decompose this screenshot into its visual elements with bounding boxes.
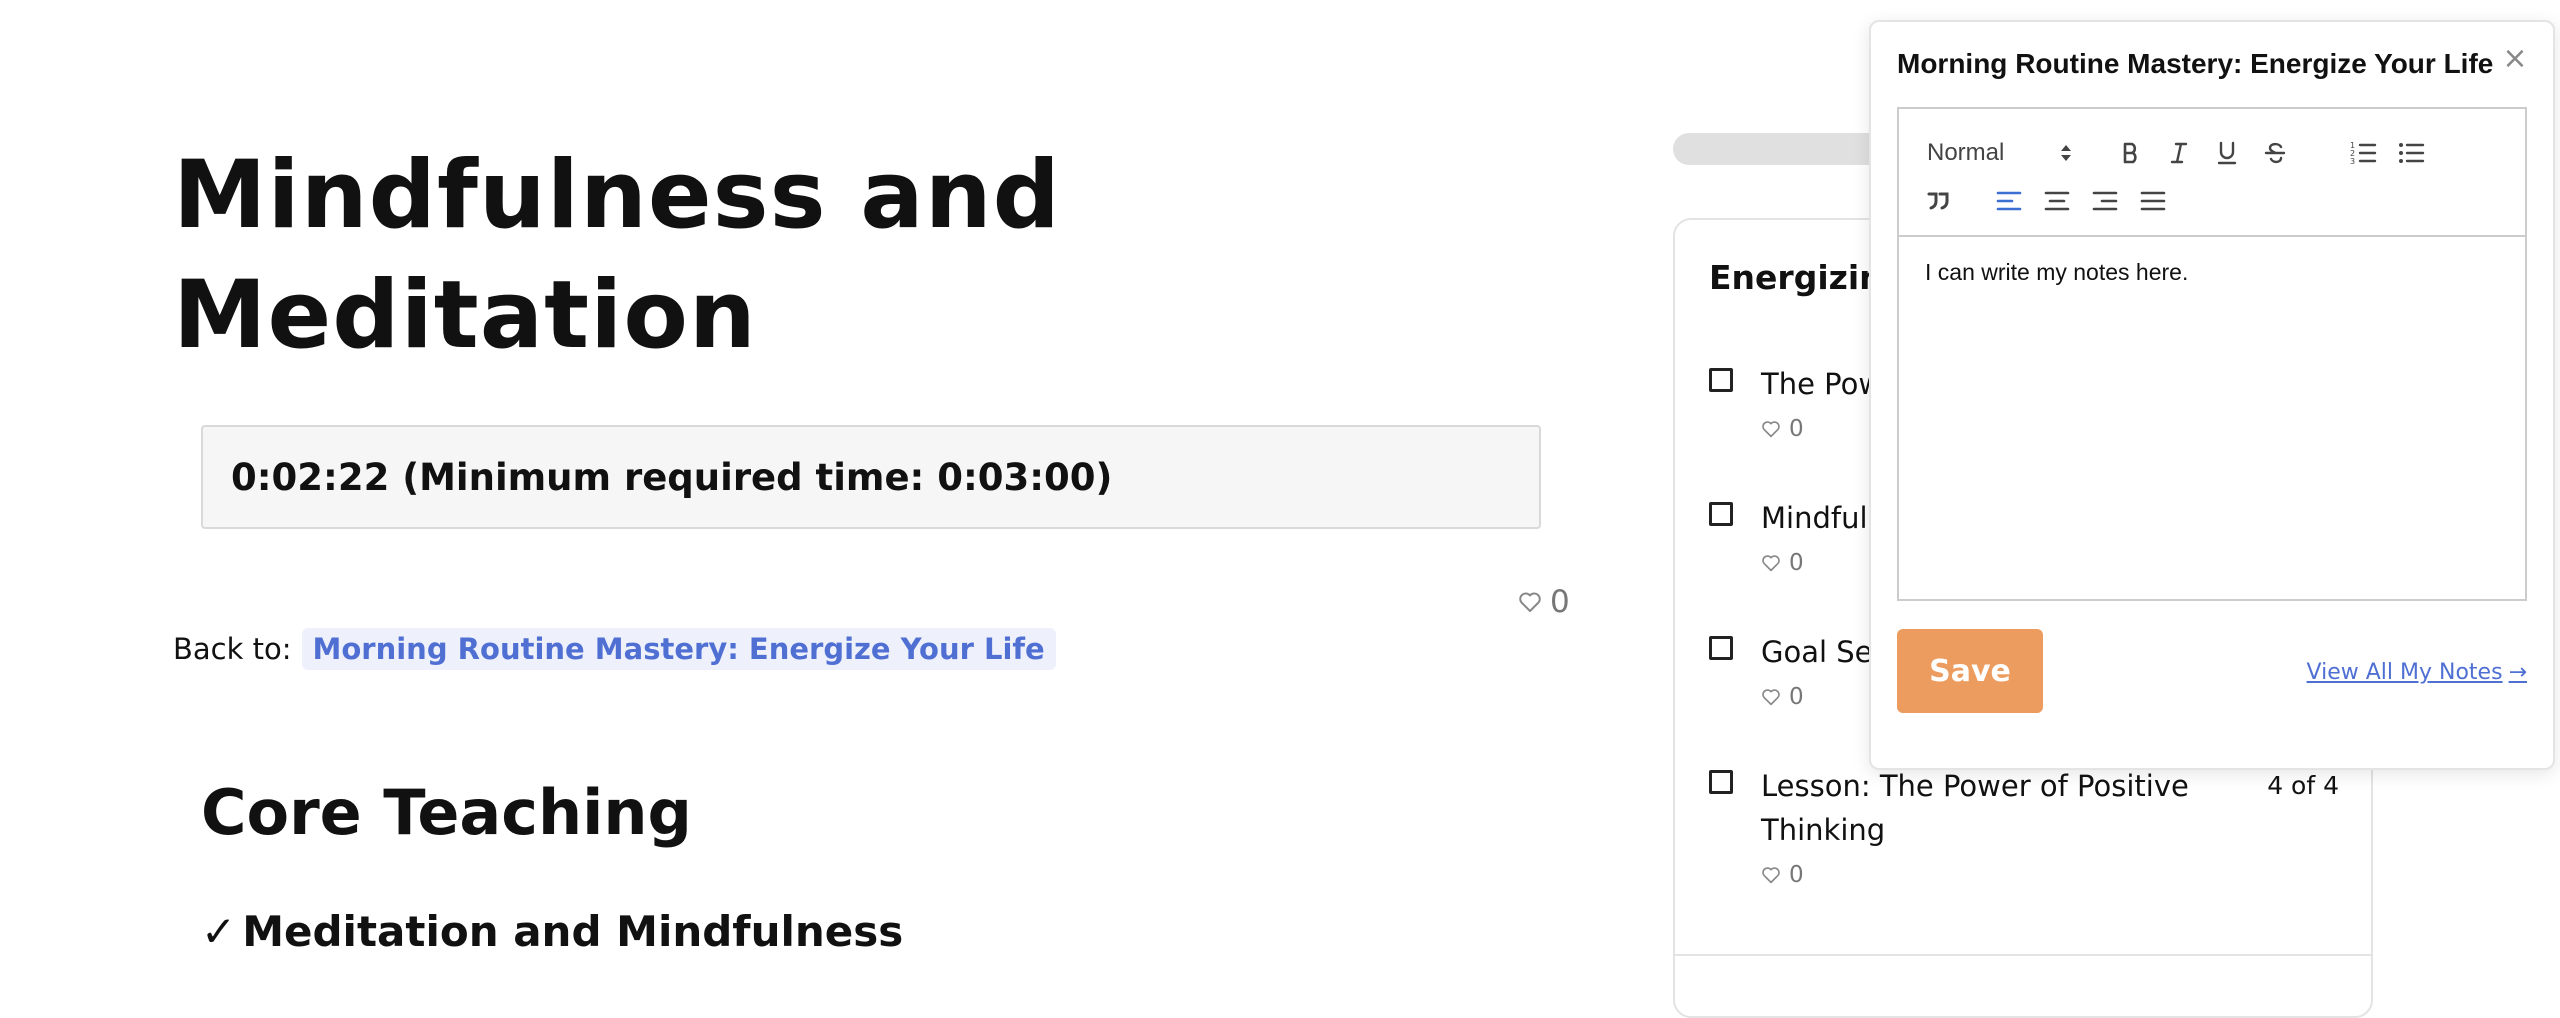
blockquote-icon[interactable]	[1919, 181, 1959, 221]
lesson-like-button[interactable]: 0	[1518, 580, 1570, 624]
underline-icon[interactable]	[2207, 133, 2247, 173]
align-center-icon[interactable]	[2037, 181, 2077, 221]
page-title: Mindfulness and Meditation	[173, 141, 1061, 370]
back-to-label: Back to:	[173, 632, 292, 666]
text-format-value: Normal	[1927, 139, 2005, 166]
heart-icon	[1762, 867, 1780, 884]
text-format-select[interactable]: Normal	[1927, 133, 2073, 173]
lesson-timer: 0:02:22 (Minimum required time: 0:03:00)	[201, 425, 1541, 529]
panel-divider	[1675, 954, 2371, 956]
lesson-like-button[interactable]: 0	[1761, 862, 2339, 888]
like-count: 0	[1789, 416, 1804, 442]
notes-text-area[interactable]: I can write my notes here.	[1899, 237, 2525, 308]
editor-toolbar: Normal 123	[1899, 109, 2525, 237]
section-heading: Core Teaching	[201, 776, 692, 849]
check-mark-icon: ✓	[201, 907, 237, 956]
lesson-checkbox[interactable]	[1709, 368, 1733, 392]
back-to-course-link[interactable]: Morning Routine Mastery: Energize Your L…	[301, 628, 1056, 670]
topic-heading: ✓ Meditation and Mindfulness	[201, 902, 903, 962]
like-count: 0	[1789, 550, 1804, 576]
like-count: 0	[1789, 684, 1804, 710]
bold-icon[interactable]	[2111, 133, 2151, 173]
select-arrows-icon	[2061, 145, 2071, 161]
save-button[interactable]: Save	[1897, 629, 2043, 713]
align-left-icon[interactable]	[1989, 181, 2029, 221]
topic-heading-text: Meditation and Mindfulness	[242, 907, 904, 956]
arrow-right-icon: →	[2508, 660, 2527, 685]
strikethrough-icon[interactable]	[2255, 133, 2295, 173]
like-count: 0	[1550, 584, 1570, 620]
svg-text:3: 3	[2350, 157, 2355, 166]
notes-popup: Morning Routine Mastery: Energize Your L…	[1869, 20, 2555, 770]
breadcrumb: Back to: Morning Routine Mastery: Energi…	[173, 626, 1056, 672]
bullet-list-icon[interactable]	[2391, 133, 2431, 173]
notes-editor: Normal 123 I can write my notes here.	[1897, 107, 2527, 601]
lesson-checkbox[interactable]	[1709, 636, 1733, 660]
close-icon[interactable]: ×	[2499, 41, 2531, 76]
lesson-count: 4 of 4	[2267, 771, 2339, 800]
lesson-name[interactable]: Lesson: The Power of Positive Thinking	[1761, 764, 2191, 852]
align-justify-icon[interactable]	[2133, 181, 2173, 221]
view-all-notes-link[interactable]: View All My Notes →	[2307, 660, 2527, 685]
lesson-checkbox[interactable]	[1709, 502, 1733, 526]
heart-icon	[1519, 592, 1541, 612]
view-all-notes-label: View All My Notes	[2306, 660, 2503, 685]
lesson-checkbox[interactable]	[1709, 770, 1733, 794]
ordered-list-icon[interactable]: 123	[2343, 133, 2383, 173]
lesson-list-item[interactable]: Lesson: The Power of Positive Thinking 4…	[1709, 764, 2339, 888]
align-right-icon[interactable]	[2085, 181, 2125, 221]
heart-icon	[1762, 689, 1780, 706]
heart-icon	[1762, 555, 1780, 572]
heart-icon	[1762, 421, 1780, 438]
italic-icon[interactable]	[2159, 133, 2199, 173]
notes-title: Morning Routine Mastery: Energize Your L…	[1897, 48, 2494, 79]
like-count: 0	[1789, 862, 1804, 888]
timer-text: 0:02:22 (Minimum required time: 0:03:00)	[231, 455, 1113, 499]
